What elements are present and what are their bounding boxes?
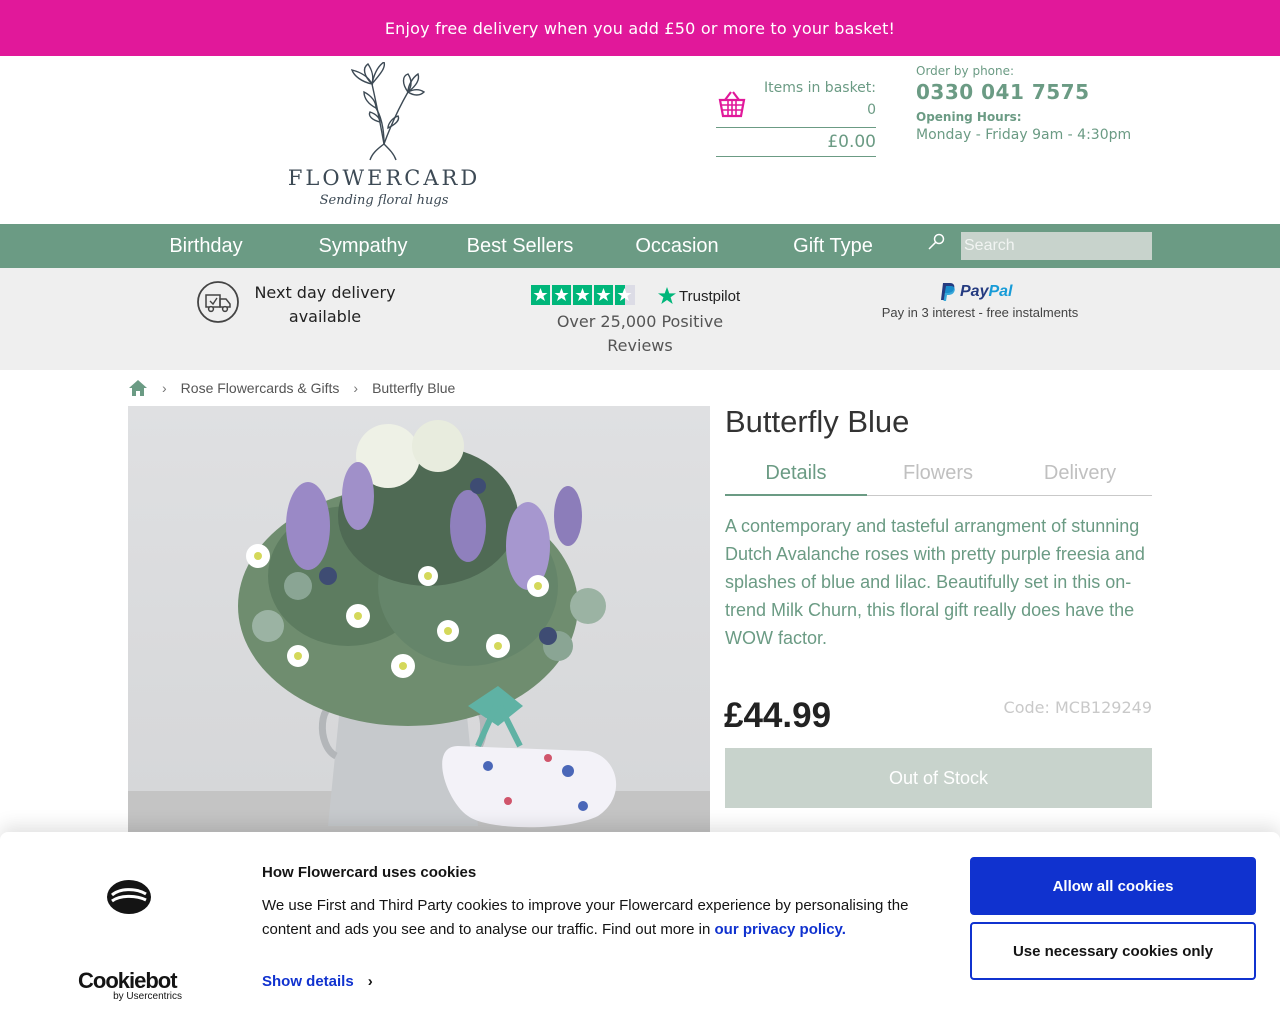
trustpilot-stars-icon[interactable] — [531, 285, 635, 305]
tab-details[interactable]: Details — [725, 454, 867, 496]
privacy-policy-link[interactable]: our privacy policy. — [715, 921, 846, 938]
contact-info: Order by phone: 0330 041 7575 Opening Ho… — [916, 64, 1176, 143]
product-code: Code: MCB129249 — [1003, 698, 1152, 717]
show-details-link[interactable]: Show details › — [262, 973, 373, 990]
opening-hours-label: Opening Hours: — [916, 110, 1022, 124]
main-nav: Birthday Sympathy Best Sellers Occasion … — [0, 224, 1280, 268]
search-icon[interactable] — [926, 232, 946, 252]
product-description: A contemporary and tasteful arrangment o… — [725, 516, 1145, 648]
nav-item-best-sellers[interactable]: Best Sellers — [458, 224, 582, 268]
product-price: £44.99 — [724, 696, 832, 735]
out-of-stock-button[interactable]: Out of Stock — [725, 748, 1152, 808]
necessary-cookies-button[interactable]: Use necessary cookies only — [970, 922, 1256, 980]
paypal-logo[interactable]: PayPal — [940, 282, 1012, 302]
paypal-icon — [941, 283, 955, 301]
basket-count: 0 — [867, 102, 876, 118]
site-logo[interactable]: FLOWERCARD Sending floral hugs — [284, 62, 484, 212]
basket-divider-bottom — [716, 156, 876, 157]
nav-item-sympathy[interactable]: Sympathy — [306, 224, 420, 268]
paypal-instalments: Pay in 3 interest - free instalments — [881, 305, 1079, 320]
basket-label: Items in basket: — [763, 80, 876, 96]
usp-reviews: Over 25,000 Positive Reviews — [556, 312, 724, 355]
allow-all-cookies-button[interactable]: Allow all cookies — [970, 857, 1256, 915]
nav-item-gift-type[interactable]: Gift Type — [776, 224, 890, 268]
logo-wordmark: FLOWERCARD — [287, 166, 481, 190]
cookie-banner: Cookiebot by Usercentrics How Flowercard… — [0, 832, 1280, 1024]
cookie-text: We use First and Third Party cookies to … — [262, 897, 909, 938]
home-icon[interactable] — [128, 379, 148, 397]
paypal-wordmark: PayPal — [960, 283, 1013, 300]
phone-number[interactable]: 0330 041 7575 — [916, 80, 1176, 104]
delivery-truck-icon — [197, 281, 239, 323]
chevron-right-icon: › — [353, 380, 359, 396]
nav-item-occasion[interactable]: Occasion — [620, 224, 734, 268]
basket-divider — [716, 127, 876, 128]
breadcrumb: › Rose Flowercards & Gifts › Butterfly B… — [128, 378, 455, 398]
site-header: FLOWERCARD Sending floral hugs Items in … — [0, 56, 1280, 224]
flower-arrangement-image — [128, 420, 710, 833]
trustpilot-brand: Trustpilot — [679, 287, 741, 305]
trustpilot-star-icon — [658, 287, 676, 304]
tab-flowers[interactable]: Flowers — [867, 454, 1009, 496]
product-tabs: Details Flowers Delivery — [725, 454, 1152, 496]
breadcrumb-category[interactable]: Rose Flowercards & Gifts — [181, 380, 340, 396]
search-input[interactable] — [961, 232, 1152, 260]
product-title: Butterfly Blue — [725, 404, 910, 439]
usp-next-day-delivery: Next day delivery available — [254, 283, 396, 326]
cookiebot-brand: Cookiebot by Usercentrics — [78, 968, 182, 1002]
flower-logo-icon — [350, 62, 426, 161]
chevron-right-icon: › — [367, 973, 373, 990]
nav-item-birthday[interactable]: Birthday — [150, 224, 262, 268]
phone-label: Order by phone: — [916, 64, 1015, 78]
cookie-title: How Flowercard uses cookies — [262, 864, 477, 881]
opening-hours: Monday - Friday 9am - 4:30pm — [916, 127, 1132, 143]
logo-tagline: Sending floral hugs — [319, 193, 449, 208]
basket-total: £0.00 — [827, 132, 876, 152]
breadcrumb-current: Butterfly Blue — [372, 380, 456, 396]
promo-text: Enjoy free delivery when you add £50 or … — [384, 18, 896, 38]
tab-delivery[interactable]: Delivery — [1009, 454, 1151, 496]
basket-icon — [718, 91, 746, 118]
trustpilot-logo[interactable]: Trustpilot — [657, 285, 740, 307]
chevron-right-icon: › — [162, 380, 167, 396]
product-image[interactable] — [128, 406, 710, 833]
promo-banner: Enjoy free delivery when you add £50 or … — [0, 0, 1280, 56]
cookiebot-logo-icon — [107, 880, 151, 914]
basket-summary[interactable]: Items in basket: 0 £0.00 — [716, 80, 876, 158]
